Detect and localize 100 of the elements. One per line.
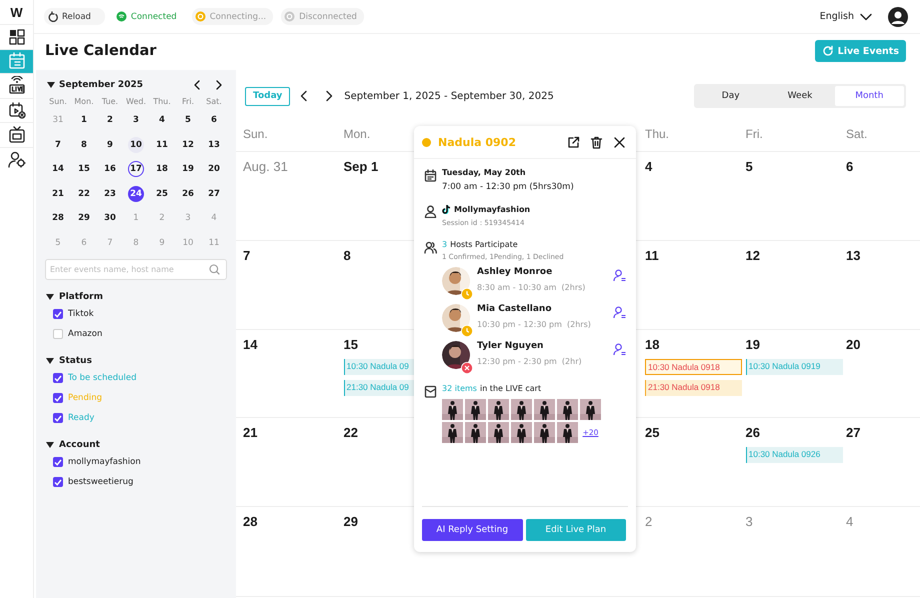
avatar-icon[interactable] xyxy=(888,6,908,26)
filter-label: Tiktok xyxy=(68,309,94,319)
caret-down-icon[interactable] xyxy=(47,82,55,88)
date-cell[interactable]: 22 xyxy=(76,186,92,202)
caret-down-icon[interactable] xyxy=(46,358,54,364)
date-cell[interactable]: 20 xyxy=(206,161,222,178)
account-name: Mollymayfashion xyxy=(454,204,530,214)
share-icon[interactable] xyxy=(567,136,580,148)
date-cell[interactable]: 18 xyxy=(154,161,170,178)
date-number: 27 xyxy=(846,425,860,442)
date-number: 15 xyxy=(344,337,358,354)
wifi-icon xyxy=(116,11,127,22)
date-cell[interactable]: 30 xyxy=(102,210,118,226)
host-time: 10:30 pm - 12:30 pm (2hrs) xyxy=(477,320,592,329)
date-cell[interactable]: 25 xyxy=(154,186,170,202)
date-number: 14 xyxy=(243,337,258,354)
weekday-label: Mon. xyxy=(73,96,95,108)
date-cell[interactable]: 21 xyxy=(50,186,66,202)
delete-icon[interactable] xyxy=(590,136,603,148)
date-number: 18 xyxy=(645,337,660,354)
date-cell[interactable]: 13 xyxy=(206,136,222,153)
date-cell[interactable]: 5 xyxy=(180,112,196,128)
date-number: 29 xyxy=(344,514,358,531)
caret-down-icon[interactable] xyxy=(46,442,54,448)
filter-label: Ready xyxy=(68,413,94,423)
check-icon xyxy=(54,414,62,422)
date-cell[interactable]: 7 xyxy=(50,136,66,153)
item-count: 32 items xyxy=(442,384,477,393)
weekday-label: Sat. xyxy=(205,96,223,108)
host-name: Ashley Monroe xyxy=(477,267,554,277)
date-cell[interactable]: 1 xyxy=(76,112,92,128)
event-time: 7:00 am - 12:30 pm (5hrs30m) xyxy=(442,182,575,192)
date-cell[interactable]: 15 xyxy=(76,161,92,178)
date-number: 2 xyxy=(645,514,652,531)
date-cell[interactable]: 27 xyxy=(206,186,222,202)
date-number: 19 xyxy=(746,337,760,354)
filter-label: Pending xyxy=(68,393,102,403)
filter-heading: Platform xyxy=(59,292,103,302)
date-cell[interactable]: 16 xyxy=(102,161,118,178)
search-field[interactable]: Enter events name, host name xyxy=(45,259,227,280)
date-number: Sep 1 xyxy=(344,159,378,176)
date-cell[interactable]: 10 xyxy=(128,136,144,153)
checkbox[interactable] xyxy=(53,457,63,467)
video-calendar-icon[interactable] xyxy=(6,100,26,120)
check-icon xyxy=(54,374,62,382)
date-cell[interactable]: 2 xyxy=(102,112,118,128)
check-icon xyxy=(54,458,62,466)
date-cell[interactable]: 3 xyxy=(128,112,144,128)
tv-calendar-icon[interactable] xyxy=(6,124,26,145)
ai-reply-button[interactable]: AI Reply Setting xyxy=(422,519,522,541)
date-cell[interactable]: 19 xyxy=(180,161,196,178)
checkbox[interactable] xyxy=(53,413,63,423)
view-tab[interactable]: Month xyxy=(834,86,904,106)
date-cell[interactable]: 8 xyxy=(76,136,92,153)
app-logo[interactable]: W xyxy=(2,0,31,24)
checkbox[interactable] xyxy=(53,373,63,383)
weekday-header: Sun. xyxy=(242,126,269,143)
date-number: 25 xyxy=(645,425,660,442)
weekday-label: Wed. xyxy=(125,96,147,108)
weekday-header: Fri. xyxy=(744,126,764,143)
close-icon[interactable] xyxy=(613,136,626,148)
assign-user-icon[interactable] xyxy=(613,306,626,319)
status-label: Connected xyxy=(130,12,177,22)
view-tab[interactable]: Day xyxy=(696,86,766,106)
filter-label: mollymayfashion xyxy=(68,457,141,467)
assign-user-icon[interactable] xyxy=(613,269,626,282)
date-cell[interactable]: 4 xyxy=(154,112,170,128)
date-cell[interactable]: 26 xyxy=(180,186,196,202)
date-cell[interactable]: 9 xyxy=(102,136,118,153)
date-cell[interactable]: 23 xyxy=(102,186,118,202)
status-label: Disconnected xyxy=(299,12,357,22)
checkbox[interactable] xyxy=(53,309,63,319)
user-settings-icon[interactable] xyxy=(6,149,26,170)
view-tab[interactable]: Week xyxy=(765,86,835,106)
event-chip[interactable]: 10:30 Nadula 0918 xyxy=(645,359,742,375)
dashboard-icon[interactable] xyxy=(6,26,26,47)
checkbox[interactable] xyxy=(53,477,63,487)
reload-button[interactable]: Reload xyxy=(44,8,105,25)
date-cell[interactable]: 6 xyxy=(206,112,222,128)
date-cell[interactable]: 24 xyxy=(128,186,144,202)
assign-user-icon[interactable] xyxy=(613,343,626,356)
date-number: 7 xyxy=(243,248,250,265)
language-select[interactable]: English xyxy=(820,11,872,22)
page-title: Live Calendar xyxy=(45,43,156,59)
reload-icon xyxy=(47,11,58,22)
live-broadcast-icon[interactable] xyxy=(6,76,26,96)
date-cell[interactable]: 17 xyxy=(128,161,144,178)
date-cell[interactable]: 14 xyxy=(50,161,66,178)
status-label: Connecting... xyxy=(210,12,266,22)
date-number: Aug. 31 xyxy=(243,159,288,176)
caret-down-icon[interactable] xyxy=(46,294,54,300)
date-cell[interactable]: 11 xyxy=(154,136,170,153)
ring-icon xyxy=(284,11,296,22)
date-cell[interactable]: 29 xyxy=(76,210,92,226)
date-cell[interactable]: 28 xyxy=(50,210,66,226)
date-number: 3 xyxy=(746,514,753,531)
check-icon xyxy=(54,394,62,402)
checkbox[interactable] xyxy=(53,393,63,403)
date-number: 22 xyxy=(344,425,358,442)
date-cell[interactable]: 12 xyxy=(180,136,196,153)
